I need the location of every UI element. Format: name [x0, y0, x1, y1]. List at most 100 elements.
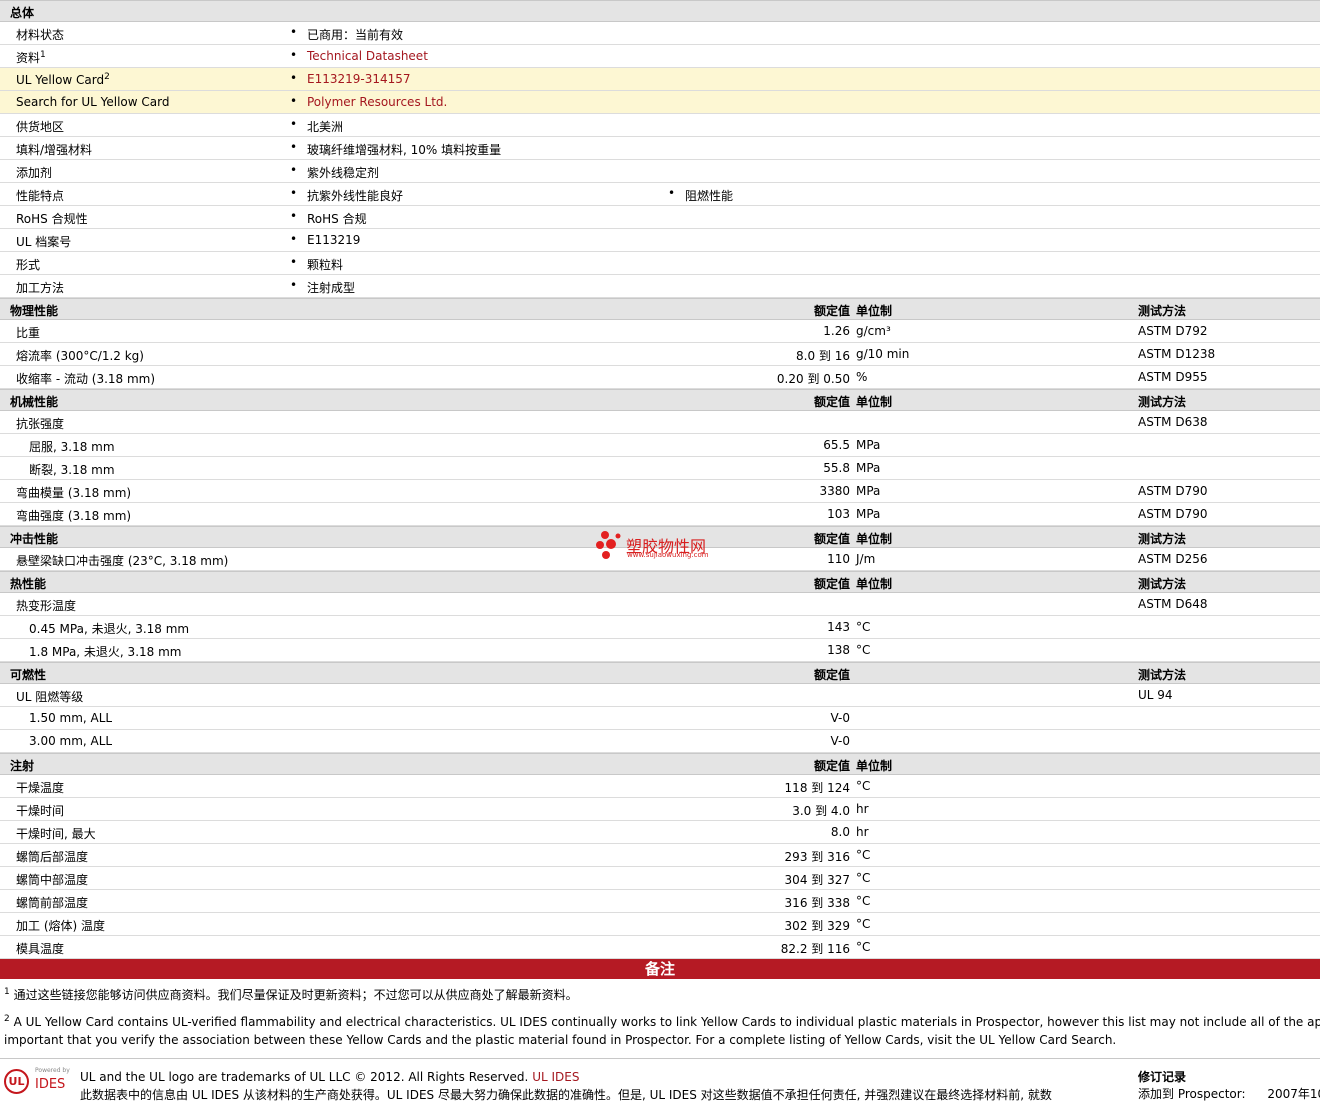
property-label: 添加剂: [16, 164, 52, 181]
property-link[interactable]: Technical Datasheet: [307, 49, 428, 63]
property-label: 干燥时间: [16, 804, 65, 818]
property-row: 加工方法 • 注射成型: [0, 275, 1320, 298]
property-label: 弯曲模量 (3.18 mm): [16, 486, 132, 500]
property-unit: hr: [856, 802, 869, 816]
property-label: 模具温度: [16, 942, 65, 956]
property-value: 316 到 338: [784, 896, 850, 910]
property-label: 干燥时间, 最大: [16, 827, 96, 841]
property-label: RoHS 合规性: [16, 210, 88, 227]
property-value: 已商用：当前有效: [307, 28, 404, 42]
property-label-text: UL 档案号: [16, 235, 72, 249]
property-row: 熔流率 (300°C/1.2 kg) 8.0 到 16 g/10 min ASTM D…: [0, 343, 1320, 366]
property-row: 弯曲强度 (3.18 mm) 103 MPa ASTM D790: [0, 503, 1320, 526]
property-value: 143: [827, 620, 850, 634]
property-unit: °C: [856, 848, 871, 862]
column-header-value: 额定值: [813, 759, 850, 773]
ides-logo: UL Powered by IDES: [4, 1067, 74, 1095]
note-item: 2 A UL Yellow Card contains UL-verified …: [0, 1010, 1320, 1031]
bullet-icon: •: [290, 255, 298, 269]
property-label: 性能特点: [16, 187, 64, 204]
column-header-unit: 单位制: [856, 304, 893, 318]
property-row: 添加剂 • 紫外线稳定剂: [0, 160, 1320, 183]
section-header: 可燃性 额定值 测试方法: [0, 662, 1320, 684]
property-label: UL Yellow Card2: [16, 72, 110, 87]
property-label: 熔流率 (300°C/1.2 kg): [16, 349, 144, 363]
test-method: ASTM D792: [1138, 324, 1208, 338]
section-header: 机械性能 额定值 单位制 测试方法: [0, 389, 1320, 411]
property-label: 收缩率 - 流动 (3.18 mm): [16, 372, 156, 386]
property-label: 弯曲强度 (3.18 mm): [16, 509, 132, 523]
property-label: 1.50 mm, ALL: [29, 711, 113, 725]
property-label-text: 资料: [16, 51, 41, 65]
property-value: 抗紫外线性能良好: [307, 189, 404, 203]
property-label-text: 性能特点: [16, 189, 65, 203]
property-label-text: 形式: [16, 258, 41, 272]
property-value: 北美洲: [307, 120, 344, 134]
property-row: 供货地区 • 北美洲: [0, 114, 1320, 137]
property-row: 弯曲模量 (3.18 mm) 3380 MPa ASTM D790: [0, 480, 1320, 503]
column-header-value: 额定值: [813, 577, 850, 591]
property-label: Search for UL Yellow Card: [16, 95, 169, 109]
column-header-test: 测试方法: [1138, 395, 1187, 409]
property-row: 干燥时间, 最大 8.0 hr: [0, 821, 1320, 844]
property-label: 热变形温度: [16, 599, 77, 613]
property-row: 干燥温度 118 到 124 °C: [0, 775, 1320, 798]
footnote-ref: 1: [40, 50, 46, 60]
property-label: 螺筒后部温度: [16, 850, 89, 864]
bullet-icon: •: [290, 25, 298, 39]
property-label: 屈服, 3.18 mm: [29, 440, 115, 454]
property-label: 填料/增强材料: [16, 141, 92, 158]
property-label-text: 添加剂: [16, 166, 53, 180]
ul-ides-link[interactable]: UL IDES: [532, 1070, 579, 1084]
property-label: 螺筒前部温度: [16, 896, 89, 910]
column-header-test: 测试方法: [1138, 304, 1187, 318]
bullet-icon: •: [290, 209, 298, 223]
bullet-icon: •: [668, 186, 676, 200]
property-row: 螺筒中部温度 304 到 327 °C: [0, 867, 1320, 890]
property-unit: hr: [856, 825, 869, 839]
property-link[interactable]: E113219-314157: [307, 72, 411, 86]
property-value: 阻燃性能: [685, 189, 734, 203]
bullet-icon: •: [290, 140, 298, 154]
property-unit: °C: [856, 779, 871, 793]
section-title: 注射: [10, 759, 35, 773]
property-row: 性能特点 • 抗紫外线性能良好 • 阻燃性能: [0, 183, 1320, 206]
column-header-unit: 单位制: [856, 577, 893, 591]
property-unit: MPa: [856, 507, 881, 521]
property-unit: %: [856, 370, 868, 384]
test-method: ASTM D1238: [1138, 347, 1216, 361]
property-label: 抗张强度: [16, 417, 65, 431]
revision-date: 2007年10: [1267, 1087, 1320, 1101]
property-value: 118 到 124: [784, 781, 850, 795]
column-header-value: 额定值: [813, 668, 850, 682]
property-unit: °C: [856, 620, 871, 634]
property-label: 比重: [16, 326, 41, 340]
test-method: ASTM D790: [1138, 484, 1208, 498]
bullet-icon: •: [290, 48, 298, 62]
section-title: 冲击性能: [10, 532, 59, 546]
property-row: 1.8 MPa, 未退火, 3.18 mm 138 °C: [0, 639, 1320, 662]
note-text: 通过这些链接您能够访问供应商资料。我们尽量保证及时更新资料；不过您可以从供应商处…: [13, 988, 578, 1002]
property-row: 螺筒前部温度 316 到 338 °C: [0, 890, 1320, 913]
property-link[interactable]: Polymer Resources Ltd.: [307, 95, 447, 109]
property-unit: °C: [856, 940, 871, 954]
property-row: 收缩率 - 流动 (3.18 mm) 0.20 到 0.50% ASTM D955: [0, 366, 1320, 389]
note-item: 1 通过这些链接您能够访问供应商资料。我们尽量保证及时更新资料；不过您可以从供应…: [0, 983, 1320, 1004]
property-value: V-0: [830, 734, 850, 748]
revision-entry: 添加到 Prospector: 2007年10: [1138, 1085, 1320, 1102]
test-method: UL 94: [1138, 688, 1173, 702]
property-unit: g/cm³: [856, 324, 891, 338]
property-value: 紫外线稳定剂: [307, 166, 380, 180]
bullet-icon: •: [290, 94, 298, 108]
watermark-url: www.sujiaowuxing.com: [627, 551, 709, 559]
property-value: 8.0: [830, 825, 850, 839]
footnote-ref: 2: [104, 72, 110, 82]
property-label-text: Search for UL Yellow Card: [16, 95, 170, 109]
property-label: UL 档案号: [16, 233, 71, 250]
property-row: 螺筒后部温度 293 到 316 °C: [0, 844, 1320, 867]
property-label: 0.45 MPa, 未退火, 3.18 mm: [29, 622, 190, 636]
test-method: ASTM D256: [1138, 552, 1208, 566]
property-value: 8.0 到 16: [796, 349, 850, 363]
property-value: 103: [827, 507, 850, 521]
column-header-unit: 单位制: [856, 395, 893, 409]
